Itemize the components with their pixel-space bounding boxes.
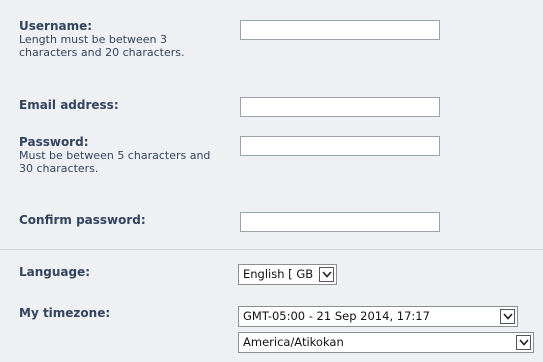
- username-hint: Length must be between 3 characters and …: [19, 33, 185, 59]
- email-label-group: Email address:: [19, 98, 119, 112]
- password-label-group: Password: Must be between 5 characters a…: [19, 135, 219, 175]
- chevron-down-icon[interactable]: [500, 309, 515, 324]
- email-label: Email address:: [19, 98, 119, 112]
- timezone-zone-select[interactable]: America/Atikokan: [238, 332, 534, 353]
- timezone-offset-selected-value: GMT-05:00 - 21 Sep 2014, 17:17: [243, 309, 430, 323]
- confirm-password-label: Confirm password:: [19, 213, 146, 227]
- confirm-password-label-group: Confirm password:: [19, 213, 146, 227]
- username-input[interactable]: [240, 20, 440, 40]
- language-select[interactable]: English [ GB ]: [238, 264, 337, 285]
- chevron-down-icon[interactable]: [319, 267, 334, 282]
- language-label-group: Language:: [19, 265, 90, 279]
- chevron-down-icon[interactable]: [516, 335, 531, 350]
- language-label: Language:: [19, 265, 91, 279]
- language-selected-value: English [ GB ]: [243, 267, 316, 281]
- email-input[interactable]: [240, 97, 440, 117]
- section-divider: [0, 249, 543, 250]
- timezone-offset-select[interactable]: GMT-05:00 - 21 Sep 2014, 17:17: [238, 306, 518, 327]
- password-label: Password:: [19, 135, 89, 149]
- timezone-zone-selected-value: America/Atikokan: [243, 335, 344, 349]
- registration-form: Username: Length must be between 3 chara…: [0, 0, 543, 362]
- timezone-label-group: My timezone:: [19, 306, 110, 320]
- timezone-label: My timezone:: [19, 306, 111, 320]
- confirm-password-input[interactable]: [240, 212, 440, 232]
- username-label: Username:: [19, 19, 93, 33]
- username-label-group: Username: Length must be between 3 chara…: [19, 19, 219, 59]
- password-input[interactable]: [240, 136, 440, 156]
- password-hint: Must be between 5 characters and 30 char…: [19, 149, 211, 175]
